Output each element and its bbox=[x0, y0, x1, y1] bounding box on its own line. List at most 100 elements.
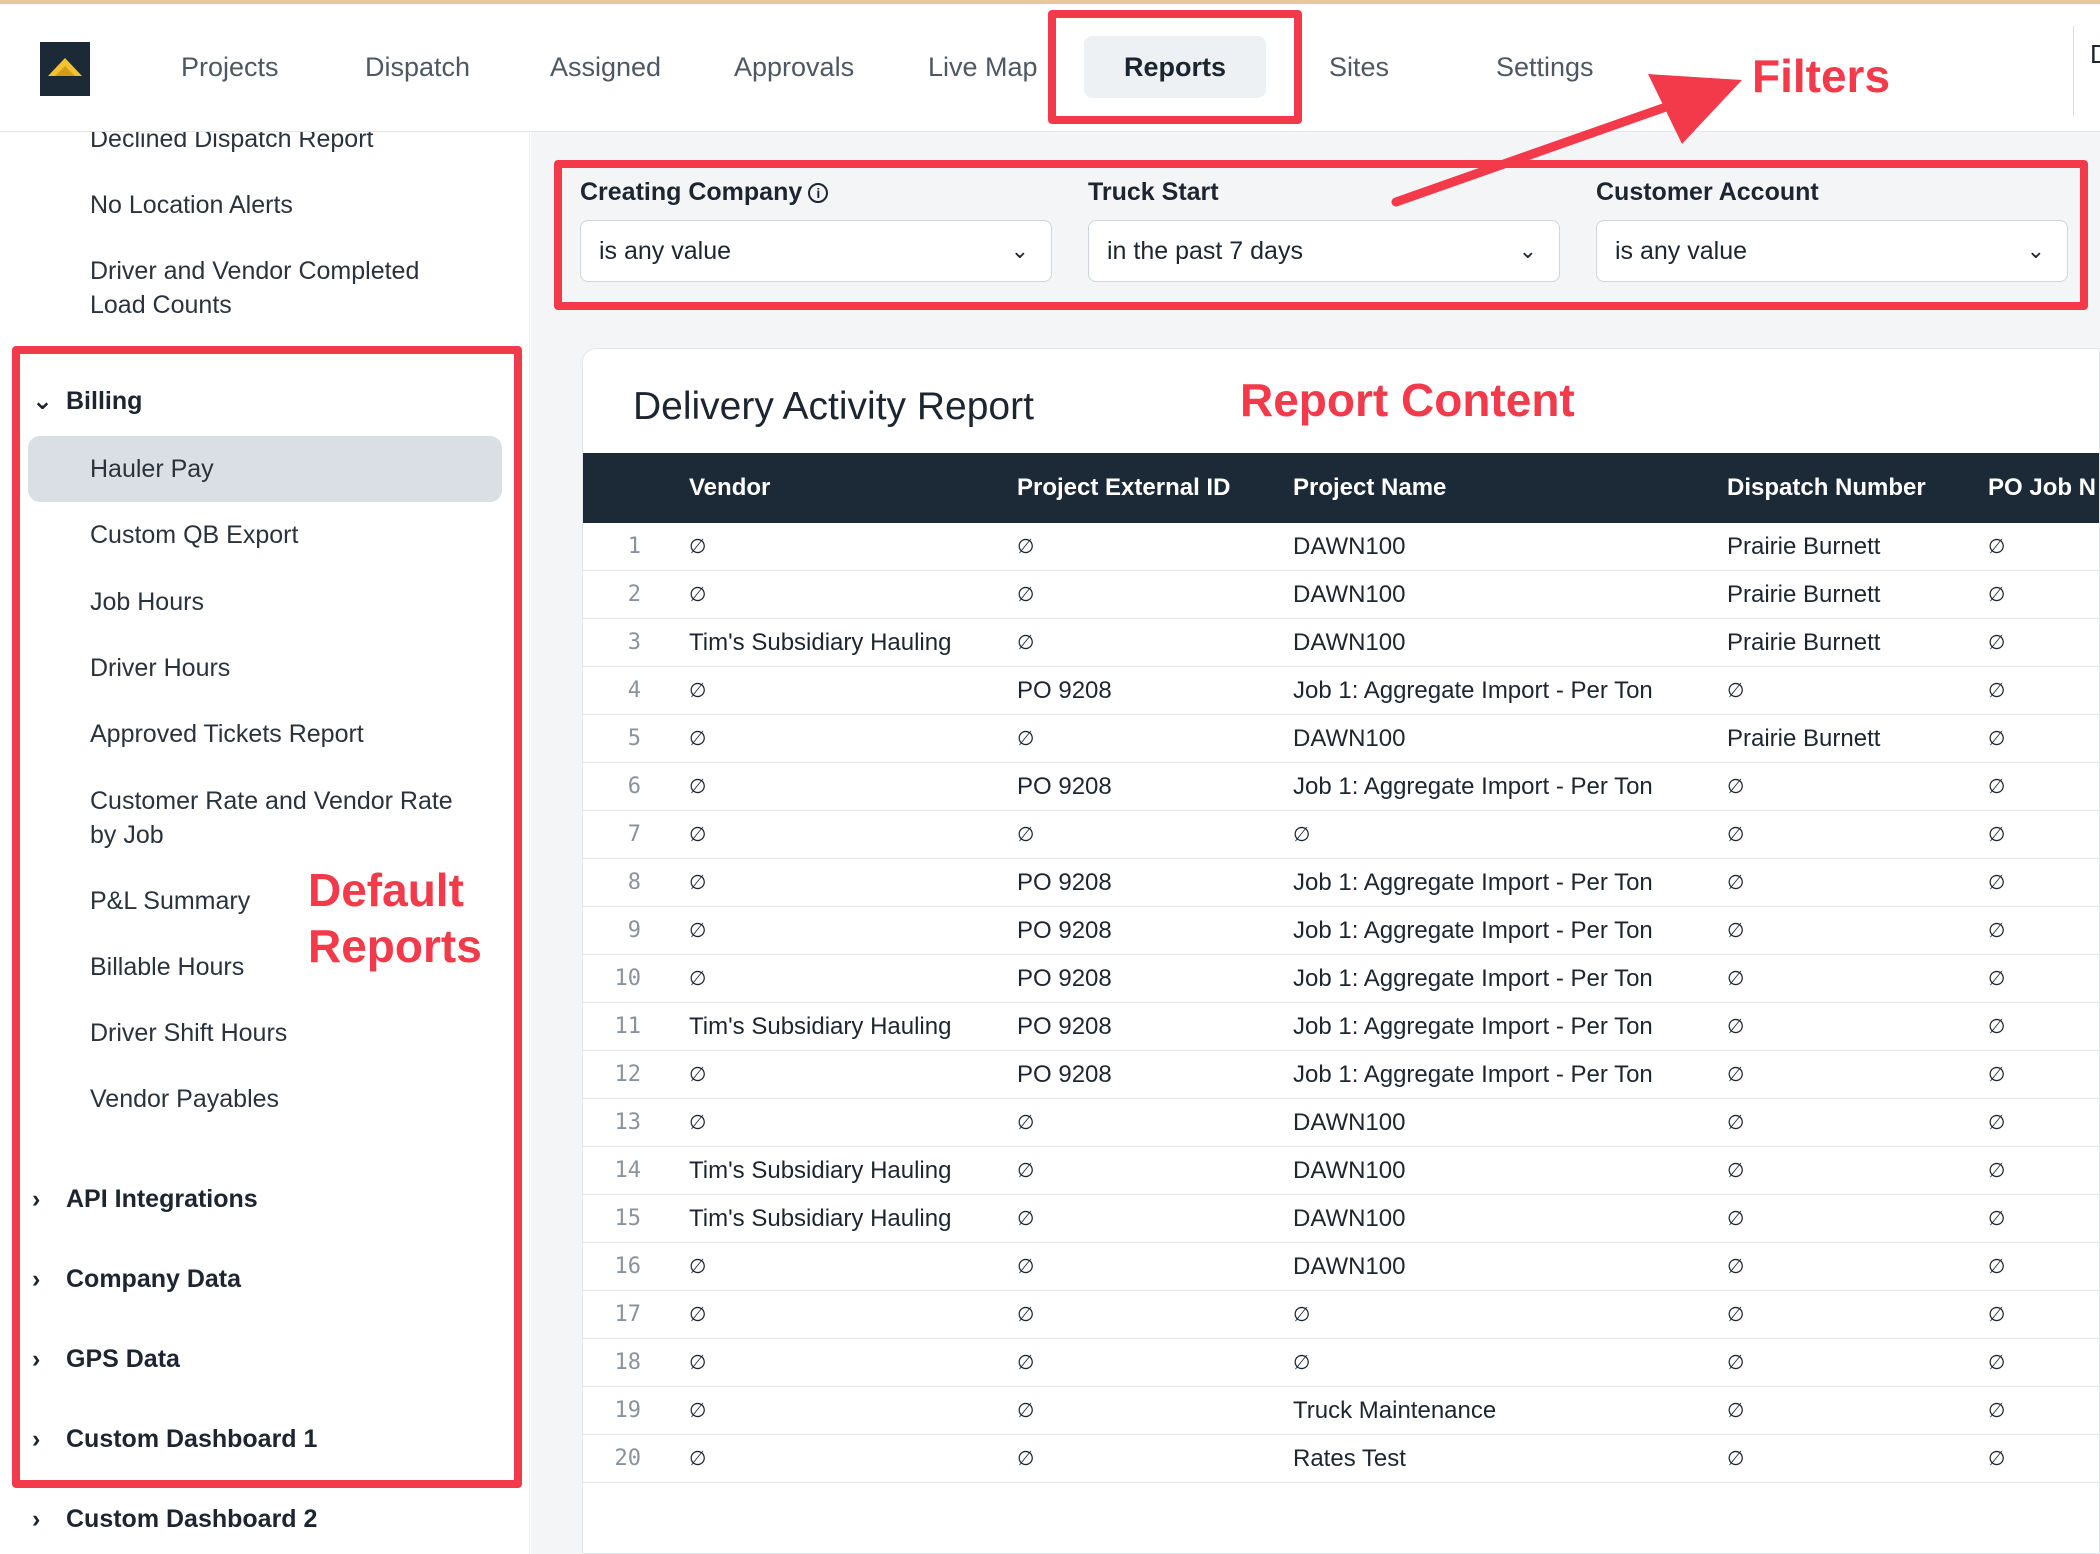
table-cell: ∅ bbox=[1727, 1064, 1745, 1086]
nav-dispatch[interactable]: Dispatch bbox=[365, 36, 470, 98]
sidebar-item-declined-dispatch-report[interactable]: Declined Dispatch Report bbox=[90, 132, 373, 156]
table-cell: Job 1: Aggregate Import - Per Ton bbox=[1293, 1013, 1653, 1040]
table-row[interactable]: 17 ∅ ∅ ∅ ∅ ∅ bbox=[583, 1291, 2099, 1339]
table-cell: PO 9208 bbox=[1017, 1013, 1112, 1040]
table-cell: ∅ bbox=[689, 728, 707, 750]
table-cell: ∅ bbox=[1988, 1016, 2006, 1038]
table-cell: ∅ bbox=[1727, 1256, 1745, 1278]
table-row[interactable]: 14 Tim's Subsidiary Hauling ∅ DAWN100 ∅ ∅ bbox=[583, 1147, 2099, 1195]
table-cell: DAWN100 bbox=[1293, 1157, 1406, 1184]
table-cell: ∅ bbox=[1727, 1304, 1745, 1326]
table-header: Vendor Project External ID Project Name … bbox=[583, 453, 2099, 523]
table-cell: ∅ bbox=[1727, 1352, 1745, 1374]
table-cell: DAWN100 bbox=[1293, 629, 1406, 656]
table-cell: ∅ bbox=[1017, 1208, 1035, 1230]
table-row[interactable]: 1 ∅ ∅ DAWN100 Prairie Burnett ∅ bbox=[583, 523, 2099, 571]
table-cell: ∅ bbox=[689, 1448, 707, 1470]
nav-assigned[interactable]: Assigned bbox=[550, 36, 661, 98]
row-number: 17 bbox=[614, 1302, 642, 1327]
table-cell: Rates Test bbox=[1293, 1445, 1406, 1472]
table-cell: ∅ bbox=[1727, 1448, 1745, 1470]
table-cell: ∅ bbox=[689, 872, 707, 894]
table-row[interactable]: 16 ∅ ∅ DAWN100 ∅ ∅ bbox=[583, 1243, 2099, 1291]
annotation-box-reports-tab bbox=[1048, 10, 1302, 124]
row-number: 2 bbox=[627, 582, 641, 607]
table-cell: DAWN100 bbox=[1293, 1253, 1406, 1280]
table-cell: ∅ bbox=[1727, 680, 1745, 702]
table-cell: DAWN100 bbox=[1293, 581, 1406, 608]
table-cell: DAWN100 bbox=[1293, 1109, 1406, 1136]
row-number: 7 bbox=[627, 822, 641, 847]
sidebar-item-no-location-alerts[interactable]: No Location Alerts bbox=[90, 188, 293, 222]
nav-live-map[interactable]: Live Map bbox=[928, 36, 1038, 98]
column-header-project-name[interactable]: Project Name bbox=[1293, 453, 1446, 523]
table-cell: Job 1: Aggregate Import - Per Ton bbox=[1293, 1061, 1653, 1088]
table-cell: PO 9208 bbox=[1017, 917, 1112, 944]
sidebar-item-driver-vendor-load-counts-line2[interactable]: Load Counts bbox=[90, 288, 232, 322]
table-row[interactable]: 8 ∅ PO 9208 Job 1: Aggregate Import - Per T… bbox=[583, 859, 2099, 907]
table-row[interactable]: 2 ∅ ∅ DAWN100 Prairie Burnett ∅ bbox=[583, 571, 2099, 619]
annotation-arrow-icon bbox=[1391, 74, 1742, 207]
sidebar-item-driver-vendor-load-counts[interactable]: Driver and Vendor Completed bbox=[90, 254, 419, 288]
table-row[interactable]: 9 ∅ PO 9208 Job 1: Aggregate Import - Per T… bbox=[583, 907, 2099, 955]
table-cell: DAWN100 bbox=[1293, 533, 1406, 560]
table-row[interactable]: 20 ∅ ∅ Rates Test ∅ ∅ bbox=[583, 1435, 2099, 1483]
column-header-project-external-id[interactable]: Project External ID bbox=[1017, 453, 1230, 523]
table-cell: ∅ bbox=[1988, 1400, 2006, 1422]
sidebar-group-custom-dashboard-2[interactable]: › Custom Dashboard 2 bbox=[32, 1502, 317, 1536]
table-row[interactable]: 4 ∅ PO 9208 Job 1: Aggregate Import - Per T… bbox=[583, 667, 2099, 715]
table-cell: ∅ bbox=[1017, 1256, 1035, 1278]
table-row[interactable]: 3 Tim's Subsidiary Hauling ∅ DAWN100 Prairie… bbox=[583, 619, 2099, 667]
table-cell: ∅ bbox=[1017, 1400, 1035, 1422]
table-row[interactable]: 15 Tim's Subsidiary Hauling ∅ DAWN100 ∅ ∅ bbox=[583, 1195, 2099, 1243]
table-cell: Prairie Burnett bbox=[1727, 629, 1881, 656]
table-cell: ∅ bbox=[1988, 584, 2006, 606]
table-row[interactable]: 5 ∅ ∅ DAWN100 Prairie Burnett ∅ bbox=[583, 715, 2099, 763]
table-cell: ∅ bbox=[1988, 536, 2006, 558]
table-cell: ∅ bbox=[1727, 1112, 1745, 1134]
table-cell: Truck Maintenance bbox=[1293, 1397, 1497, 1424]
table-cell: ∅ bbox=[1727, 1208, 1745, 1230]
table-cell: ∅ bbox=[1988, 1304, 2006, 1326]
column-header-po-job[interactable]: PO Job N bbox=[1988, 453, 2096, 523]
column-header-vendor[interactable]: Vendor bbox=[689, 453, 770, 523]
annotation-label-default-reports-line2: Reports bbox=[308, 920, 482, 972]
mountain-logo-icon[interactable] bbox=[40, 42, 90, 96]
table-cell: ∅ bbox=[1017, 536, 1035, 558]
row-number: 3 bbox=[627, 630, 641, 655]
table-row[interactable]: 7 ∅ ∅ ∅ ∅ ∅ bbox=[583, 811, 2099, 859]
table-cell: DAWN100 bbox=[1293, 725, 1406, 752]
table-cell: ∅ bbox=[1988, 1352, 2006, 1374]
table-body: 1 ∅ ∅ DAWN100 Prairie Burnett ∅ 2 ∅ ∅ DAWN100 Prai… bbox=[583, 523, 2099, 1483]
table-row[interactable]: 12 ∅ PO 9208 Job 1: Aggregate Import - Per … bbox=[583, 1051, 2099, 1099]
table-row[interactable]: 11 Tim's Subsidiary Hauling PO 9208 Job 1: … bbox=[583, 1003, 2099, 1051]
table-cell: ∅ bbox=[689, 776, 707, 798]
row-number: 11 bbox=[614, 1014, 642, 1039]
table-row[interactable]: 10 ∅ PO 9208 Job 1: Aggregate Import - Per … bbox=[583, 955, 2099, 1003]
report-card: Delivery Activity Report Vendor Project … bbox=[582, 348, 2100, 1554]
nav-projects[interactable]: Projects bbox=[181, 36, 279, 98]
table-cell: Tim's Subsidiary Hauling bbox=[689, 1157, 952, 1184]
column-header-dispatch-number[interactable]: Dispatch Number bbox=[1727, 453, 1926, 523]
header-divider bbox=[2073, 26, 2074, 116]
table-cell: ∅ bbox=[1727, 920, 1745, 942]
table-row[interactable]: 18 ∅ ∅ ∅ ∅ ∅ bbox=[583, 1339, 2099, 1387]
table-cell: ∅ bbox=[689, 680, 707, 702]
table-cell: ∅ bbox=[689, 1352, 707, 1374]
table-cell: ∅ bbox=[689, 584, 707, 606]
table-cell: ∅ bbox=[1727, 824, 1745, 846]
row-number: 5 bbox=[627, 726, 641, 751]
nav-approvals[interactable]: Approvals bbox=[734, 36, 854, 98]
table-cell: ∅ bbox=[1727, 968, 1745, 990]
table-cell: ∅ bbox=[689, 1112, 707, 1134]
table-row[interactable]: 6 ∅ PO 9208 Job 1: Aggregate Import - Per T… bbox=[583, 763, 2099, 811]
table-row[interactable]: 19 ∅ ∅ Truck Maintenance ∅ ∅ bbox=[583, 1387, 2099, 1435]
table-cell: ∅ bbox=[689, 968, 707, 990]
row-number: 13 bbox=[614, 1110, 642, 1135]
chevron-right-icon: › bbox=[32, 1505, 41, 1533]
table-row[interactable]: 13 ∅ ∅ DAWN100 ∅ ∅ bbox=[583, 1099, 2099, 1147]
table-cell: PO 9208 bbox=[1017, 1061, 1112, 1088]
table-cell: ∅ bbox=[1988, 1448, 2006, 1470]
user-menu[interactable]: D bbox=[2090, 32, 2100, 76]
table-cell: ∅ bbox=[1988, 824, 2006, 846]
